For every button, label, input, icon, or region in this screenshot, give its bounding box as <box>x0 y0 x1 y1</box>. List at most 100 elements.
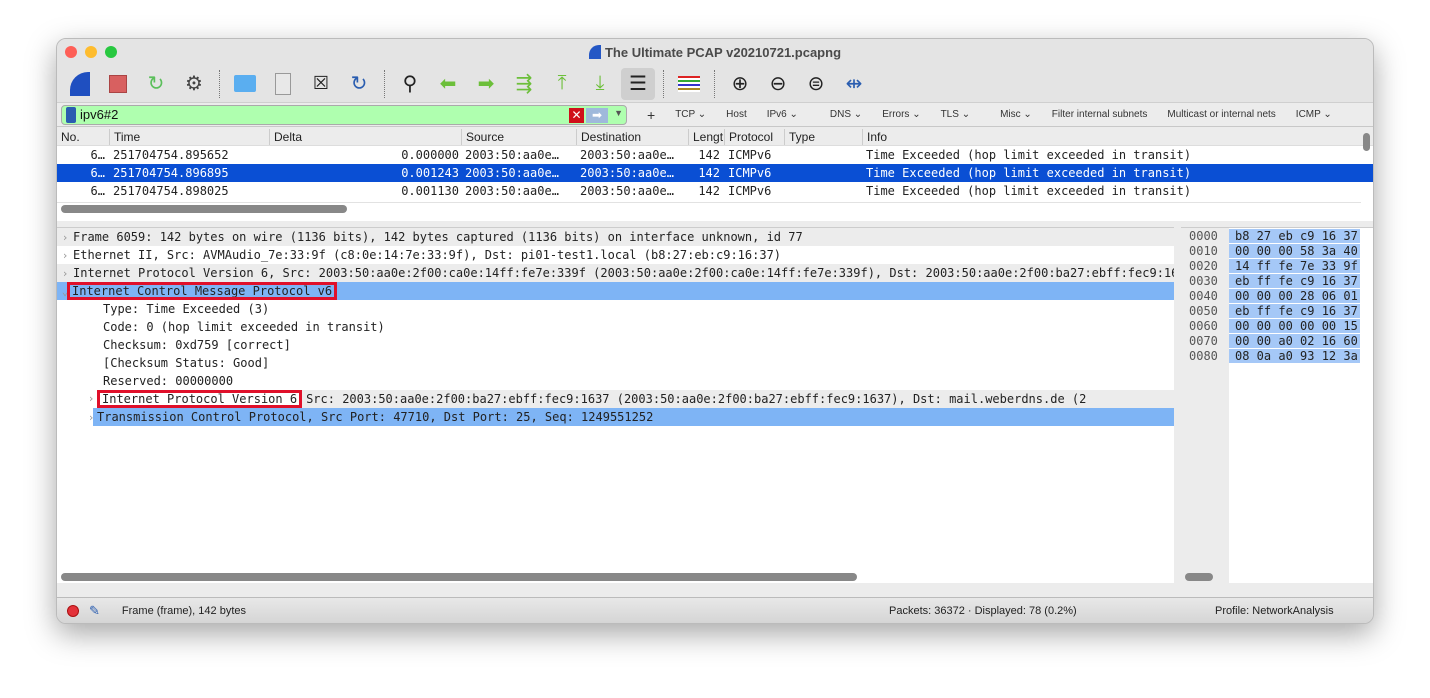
tree-item-ipv6[interactable]: › Internet Protocol Version 6, Src: 2003:… <box>57 264 1174 282</box>
status-packets: Packets: 36372 · Displayed: 78 (0.2%) <box>889 604 1077 617</box>
hex-bytes[interactable]: 00 00 00 00 00 15 <box>1229 319 1360 333</box>
filter-button-misc[interactable]: Misc ⌄ <box>980 109 1042 120</box>
packet-list-vscrollbar[interactable] <box>1363 133 1370 151</box>
chevron-right-icon[interactable]: › <box>57 265 73 282</box>
resize-columns-icon[interactable]: ⇹ <box>837 68 871 100</box>
search-icon[interactable]: ⚲ <box>393 68 427 100</box>
packet-cell: 2003:50:aa0e… <box>465 184 559 198</box>
chevron-right-icon[interactable]: › <box>83 390 99 408</box>
status-profile[interactable]: Profile: NetworkAnalysis <box>1215 605 1334 617</box>
hex-offset: 0070 <box>1189 334 1218 348</box>
packet-row[interactable]: 6… 251704754.896895 0.001243 2003:50:aa0e… 2… <box>57 164 1373 182</box>
column-header-type[interactable]: Type <box>784 129 862 145</box>
packet-list-hscrollbar[interactable] <box>57 202 1361 214</box>
first-packet-icon[interactable]: ⤒ <box>545 68 579 100</box>
scroll-thumb[interactable] <box>1185 573 1213 581</box>
hex-row[interactable]: 0000 b8 27 eb c9 16 37 <box>1181 229 1373 244</box>
filter-value[interactable]: ipv6#2 <box>80 107 118 122</box>
colorize-icon[interactable] <box>672 68 706 100</box>
display-filter-input[interactable]: ipv6#2 ✕ ➡ ▼ <box>61 104 627 125</box>
packet-row[interactable]: 6… 251704754.898025 0.001130 2003:50:aa0e… 2… <box>57 182 1373 200</box>
hex-bytes[interactable]: eb ff fe c9 16 37 <box>1229 274 1360 288</box>
details-hscrollbar[interactable] <box>57 571 1174 583</box>
column-header-delta[interactable]: Delta <box>269 129 461 145</box>
hex-row[interactable]: 0070 00 00 a0 02 16 60 <box>1181 334 1373 349</box>
packet-cell: 251704754.895652 <box>113 148 229 162</box>
tree-field[interactable]: Reserved: 00000000 <box>57 372 1174 390</box>
filter-button-dns[interactable]: DNS ⌄ <box>808 109 872 120</box>
back-arrow-icon[interactable]: ⬅ <box>431 68 465 100</box>
filter-button-icmp[interactable]: ICMP ⌄ <box>1286 109 1342 120</box>
scroll-thumb[interactable] <box>61 573 857 581</box>
folder-open-icon[interactable] <box>228 68 262 100</box>
close-file-icon[interactable]: ☒ <box>304 68 338 100</box>
zoom-out-icon[interactable]: ⊖ <box>761 68 795 100</box>
tree-item-icmpv6[interactable]: ⌄ Internet Control Message Protocol v6 <box>57 282 1174 300</box>
column-header-protocol[interactable]: Protocol <box>724 129 784 145</box>
tree-item-tcp[interactable]: › Transmission Control Protocol, Src Port… <box>57 408 1174 426</box>
goto-packet-icon[interactable]: ⇶ <box>507 68 541 100</box>
apply-filter-arrow-icon[interactable]: ➡ <box>586 107 608 123</box>
column-header-info[interactable]: Info <box>862 129 1373 145</box>
file-icon[interactable] <box>266 68 300 100</box>
filter-history-dropdown-icon[interactable]: ▼ <box>614 108 623 118</box>
autoscroll-icon[interactable]: ☰ <box>621 67 655 100</box>
scroll-thumb[interactable] <box>61 205 347 213</box>
filter-button-multicast[interactable]: Multicast or internal nets <box>1157 109 1285 120</box>
tree-field[interactable]: Type: Time Exceeded (3) <box>57 300 1174 318</box>
column-header-destination[interactable]: Destination <box>576 129 688 145</box>
column-header-source[interactable]: Source <box>461 129 576 145</box>
hex-bytes[interactable]: 08 0a a0 93 12 3a <box>1229 349 1360 363</box>
forward-arrow-icon[interactable]: ➡ <box>469 68 503 100</box>
packet-cell: ICMPv6 <box>728 184 772 198</box>
chevron-right-icon[interactable]: › <box>57 229 73 246</box>
hex-row[interactable]: 0020 14 ff fe 7e 33 9f <box>1181 259 1373 274</box>
filter-button-ipv6[interactable]: IPv6 ⌄ <box>757 109 808 120</box>
filter-button-tcp[interactable]: TCP ⌄ <box>665 109 716 120</box>
packet-cell: 2003:50:aa0e… <box>580 148 674 162</box>
restart-icon[interactable]: ↻ <box>139 68 173 100</box>
clear-filter-icon[interactable]: ✕ <box>569 107 584 123</box>
hex-bytes[interactable]: eb ff fe c9 16 37 <box>1229 304 1360 318</box>
stop-icon[interactable] <box>101 68 135 100</box>
chevron-right-icon[interactable]: › <box>57 247 73 264</box>
column-header-no[interactable]: No. <box>57 129 109 145</box>
hex-bytes[interactable]: 00 00 a0 02 16 60 <box>1229 334 1360 348</box>
reload-icon[interactable]: ↻ <box>342 68 376 100</box>
tree-field[interactable]: Code: 0 (hop limit exceeded in transit) <box>57 318 1174 336</box>
gear-icon[interactable]: ⚙ <box>177 68 211 100</box>
packet-row[interactable]: 6… 251704754.895652 0.000000 2003:50:aa0e… 2… <box>57 146 1373 164</box>
packet-cell: 142 <box>698 148 720 162</box>
tree-item-ethernet[interactable]: › Ethernet II, Src: AVMAudio_7e:33:9f (c8… <box>57 246 1174 264</box>
hex-bytes[interactable]: b8 27 eb c9 16 37 <box>1229 229 1360 243</box>
column-header-length[interactable]: Lengt <box>688 129 724 145</box>
expert-info-icon[interactable] <box>67 604 79 617</box>
filter-button-tls[interactable]: TLS ⌄ <box>931 109 981 120</box>
filter-button-errors[interactable]: Errors ⌄ <box>872 109 930 120</box>
bookmark-icon[interactable] <box>66 106 76 123</box>
hex-row[interactable]: 0060 00 00 00 00 00 15 <box>1181 319 1373 334</box>
zoom-in-icon[interactable]: ⊕ <box>723 68 757 100</box>
shark-fin-start-icon[interactable] <box>63 68 97 100</box>
tree-item-frame[interactable]: › Frame 6059: 142 bytes on wire (1136 bit… <box>57 228 1174 246</box>
tree-field[interactable]: [Checksum Status: Good] <box>57 354 1174 372</box>
bytes-hscrollbar[interactable] <box>1181 571 1373 583</box>
hex-bytes[interactable]: 00 00 00 28 06 01 <box>1229 289 1360 303</box>
filter-button-host[interactable]: Host <box>716 109 757 120</box>
tree-field[interactable]: Checksum: 0xd759 [correct] <box>57 336 1174 354</box>
hex-row[interactable]: 0040 00 00 00 28 06 01 <box>1181 289 1373 304</box>
hex-row[interactable]: 0030 eb ff fe c9 16 37 <box>1181 274 1373 289</box>
edit-comment-icon[interactable]: ✎ <box>89 603 100 619</box>
filter-button-internal-subnets[interactable]: Filter internal subnets <box>1042 109 1158 120</box>
add-filter-button[interactable]: + <box>637 107 665 123</box>
tree-item-inner-ipv6[interactable]: › Internet Protocol Version 6 Src: 2003:50… <box>57 390 1174 408</box>
hex-row[interactable]: 0010 00 00 00 58 3a 40 <box>1181 244 1373 259</box>
hex-row[interactable]: 0080 08 0a a0 93 12 3a <box>1181 349 1373 364</box>
hex-offset: 0080 <box>1189 349 1218 363</box>
hex-row[interactable]: 0050 eb ff fe c9 16 37 <box>1181 304 1373 319</box>
hex-bytes[interactable]: 14 ff fe 7e 33 9f <box>1229 259 1360 273</box>
column-header-time[interactable]: Time <box>109 129 269 145</box>
hex-bytes[interactable]: 00 00 00 58 3a 40 <box>1229 244 1360 258</box>
zoom-reset-icon[interactable]: ⊜ <box>799 68 833 100</box>
last-packet-icon[interactable]: ⤓ <box>583 68 617 100</box>
